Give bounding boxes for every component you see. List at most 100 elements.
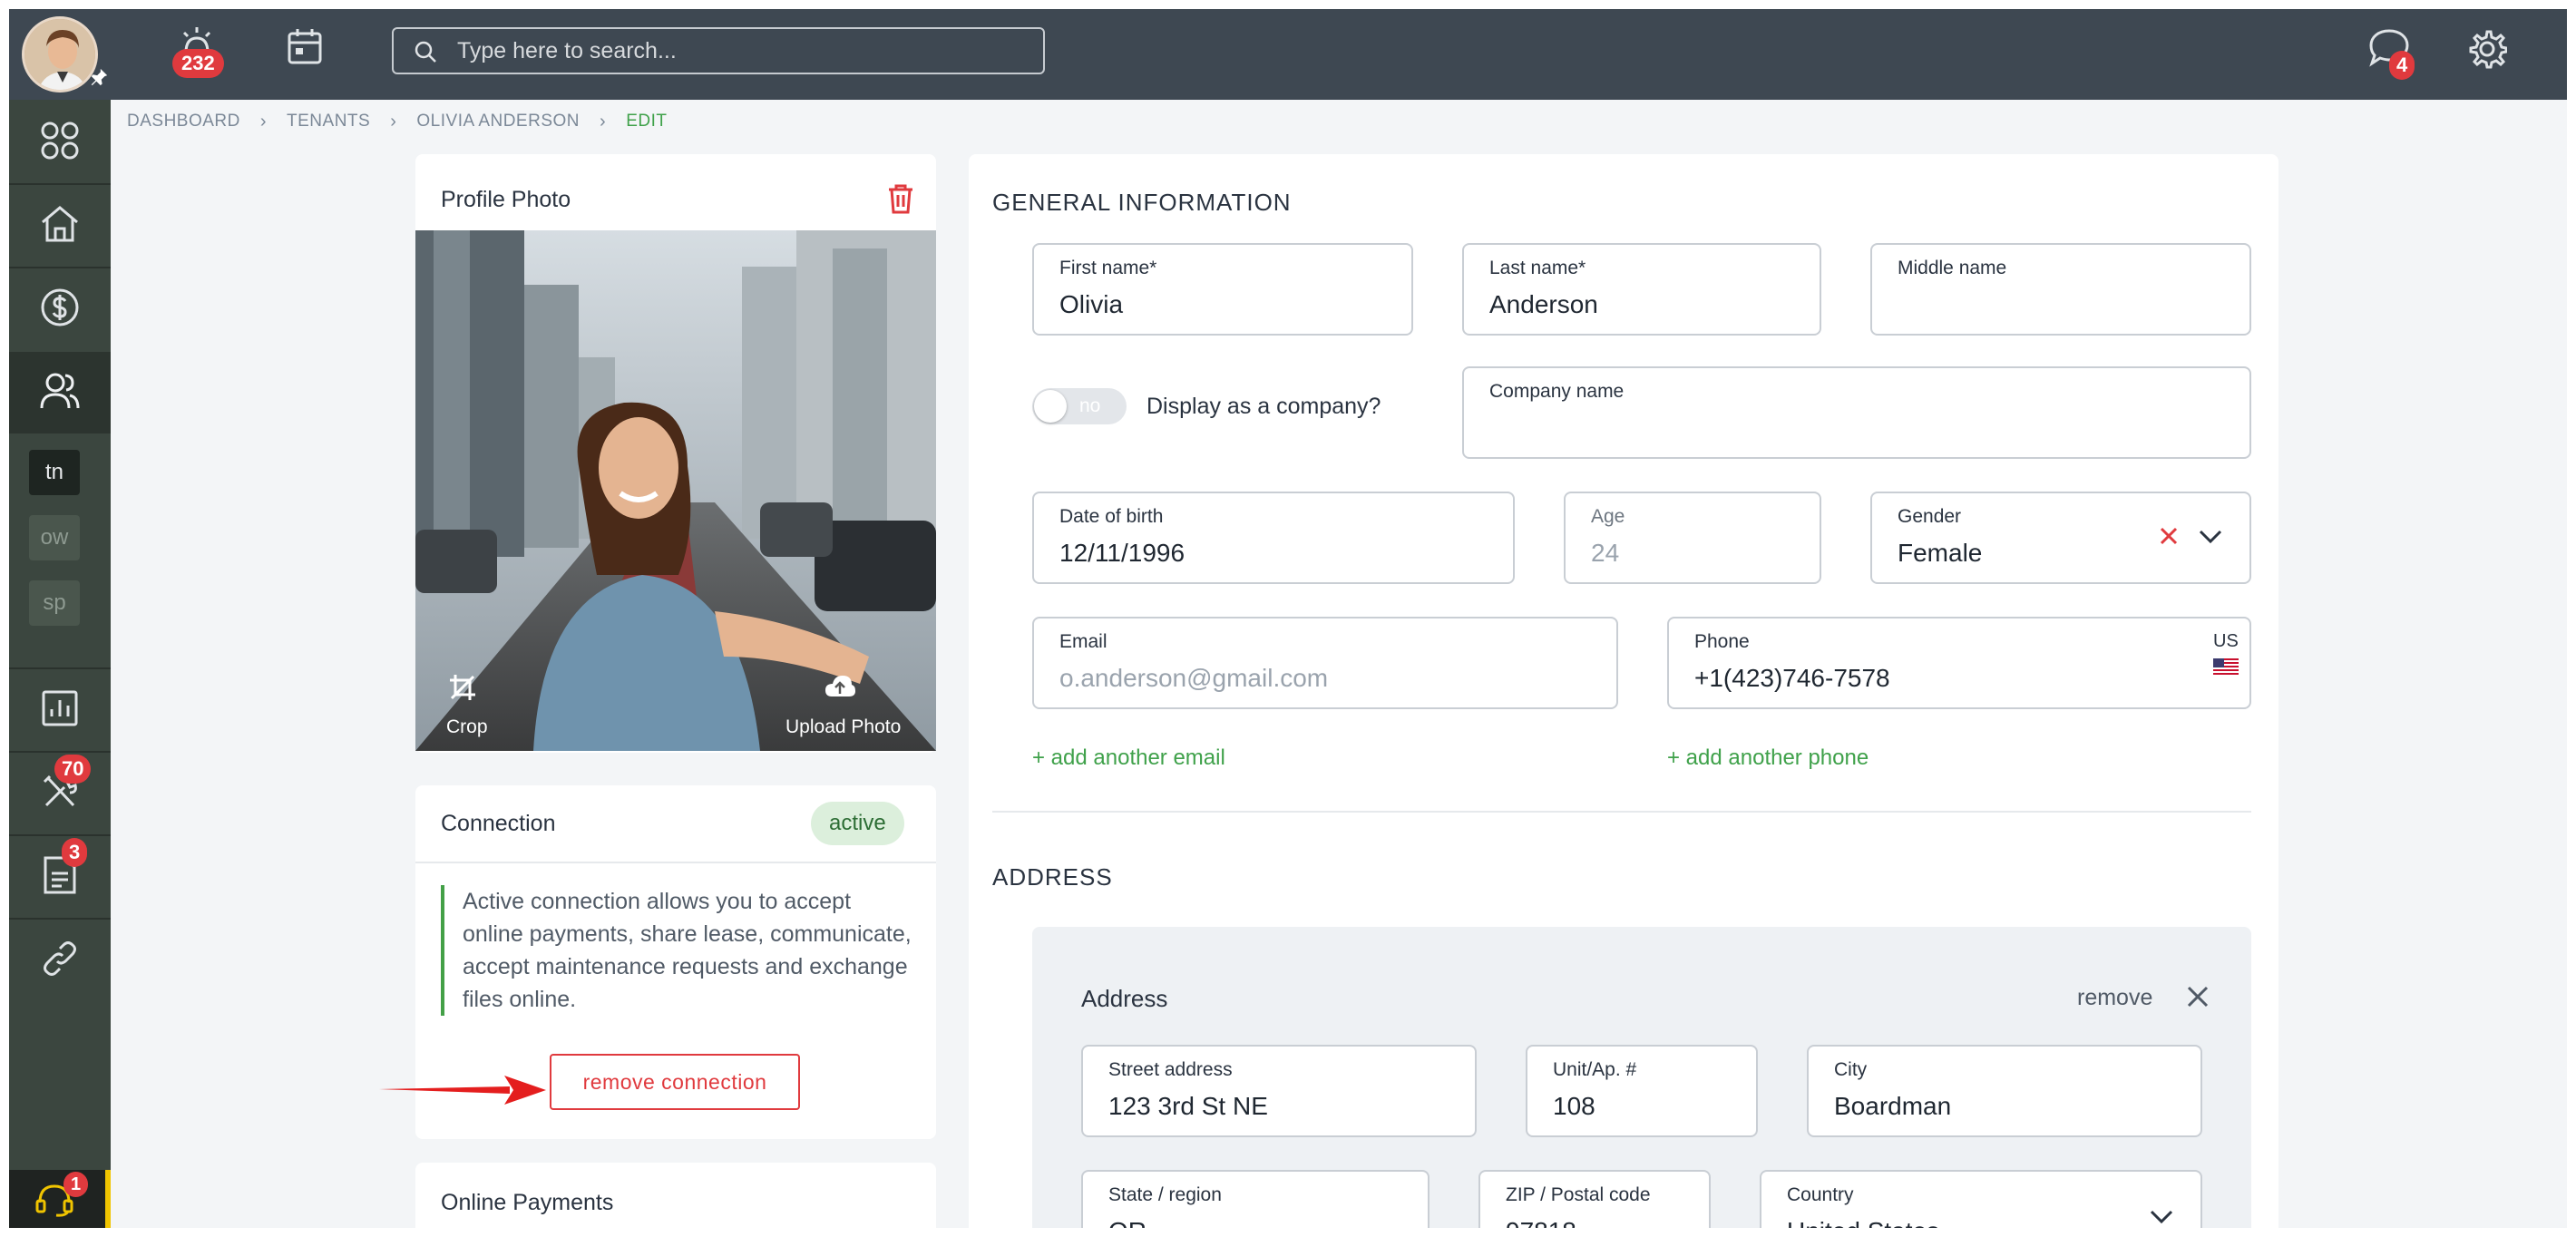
- calendar-icon[interactable]: [287, 27, 323, 70]
- unit-value[interactable]: 108: [1553, 1092, 1595, 1121]
- phone-label: Phone: [1694, 631, 1750, 652]
- street-address-field[interactable]: Street address 123 3rd St NE: [1081, 1045, 1477, 1137]
- clear-x-icon[interactable]: [2159, 526, 2179, 550]
- top-bar: 232 4: [9, 9, 2567, 100]
- city-label: City: [1834, 1059, 1868, 1080]
- breadcrumb-tenant[interactable]: OLIVIA ANDERSON: [416, 112, 580, 131]
- section-divider: [992, 811, 2251, 813]
- remove-connection-button[interactable]: remove connection: [550, 1054, 800, 1110]
- support-badge: 1: [63, 1172, 89, 1197]
- last-name-field[interactable]: Last name* Anderson: [1462, 243, 1821, 336]
- age-field: Age 24: [1564, 492, 1821, 584]
- company-name-label: Company name: [1489, 381, 1625, 402]
- side-nav: tn ow sp 70 3 1: [9, 100, 111, 1228]
- chat-badge: 4: [2389, 51, 2415, 80]
- search-icon: [414, 40, 437, 68]
- connection-status-badge: active: [811, 802, 904, 845]
- users-icon: [39, 371, 81, 415]
- chevron-down-icon[interactable]: [2199, 530, 2222, 549]
- date-of-birth-value[interactable]: 12/11/1996: [1059, 539, 1185, 568]
- profile-photo-image: Crop Upload Photo: [415, 230, 936, 751]
- last-name-value[interactable]: Anderson: [1489, 290, 1598, 319]
- search-input[interactable]: [457, 34, 1020, 67]
- company-name-field[interactable]: Company name: [1462, 366, 2251, 459]
- email-field[interactable]: Email o.anderson@gmail.com: [1032, 617, 1618, 709]
- phone-country-code[interactable]: US: [2213, 631, 2239, 652]
- add-phone-link[interactable]: + add another phone: [1667, 745, 1869, 771]
- us-flag-icon[interactable]: [2213, 658, 2239, 681]
- breadcrumb-dashboard[interactable]: DASHBOARD: [127, 112, 240, 131]
- age-value: 24: [1591, 539, 1620, 567]
- upload-photo-label[interactable]: Upload Photo: [785, 716, 901, 738]
- link-icon: [41, 940, 79, 982]
- breadcrumb: DASHBOARD › TENANTS › OLIVIA ANDERSON › …: [127, 109, 667, 134]
- date-of-birth-label: Date of birth: [1059, 506, 1164, 527]
- chevron-right-icon: ›: [390, 111, 397, 131]
- middle-name-field[interactable]: Middle name: [1870, 243, 2251, 336]
- country-value[interactable]: United States: [1787, 1217, 1939, 1228]
- nav-home[interactable]: [9, 185, 111, 267]
- nav-links[interactable]: [9, 920, 111, 1001]
- nav-maintenance[interactable]: 70: [9, 753, 111, 834]
- delete-trash-icon[interactable]: [887, 183, 914, 219]
- settings-gear-icon[interactable]: [2467, 29, 2508, 73]
- first-name-field[interactable]: First name* Olivia: [1032, 243, 1413, 336]
- profile-photo-title: Profile Photo: [441, 187, 571, 212]
- nav-tn[interactable]: tn: [29, 450, 80, 495]
- unit-field[interactable]: Unit/Ap. # 108: [1526, 1045, 1758, 1137]
- middle-name-label: Middle name: [1898, 258, 2007, 278]
- breadcrumb-tenants[interactable]: TENANTS: [287, 112, 370, 131]
- chevron-down-icon[interactable]: [2150, 1210, 2173, 1228]
- address-box-title: Address: [1081, 985, 1168, 1012]
- address-box: Address remove Street address 123 3rd St…: [1032, 927, 2251, 1228]
- nav-accounting[interactable]: [9, 268, 111, 350]
- dollar-circle-icon: [40, 287, 80, 332]
- country-select[interactable]: Country United States: [1760, 1170, 2202, 1228]
- support-button[interactable]: 1: [9, 1170, 111, 1228]
- date-of-birth-field[interactable]: Date of birth 12/11/1996: [1032, 492, 1515, 584]
- breadcrumb-current: EDIT: [626, 112, 668, 131]
- state-field[interactable]: State / region OR: [1081, 1170, 1429, 1228]
- connection-description: Active connection allows you to accept o…: [441, 885, 912, 1016]
- phone-value[interactable]: +1(423)746-7578: [1694, 664, 1890, 693]
- zip-field[interactable]: ZIP / Postal code 97818: [1478, 1170, 1711, 1228]
- age-label: Age: [1591, 506, 1625, 527]
- close-x-icon[interactable]: [2186, 985, 2210, 1013]
- nav-ow[interactable]: ow: [29, 515, 80, 560]
- state-value[interactable]: OR: [1108, 1217, 1147, 1228]
- alerts-badge: 232: [172, 49, 224, 78]
- crop-label[interactable]: Crop: [446, 716, 488, 738]
- gender-value[interactable]: Female: [1898, 539, 1982, 568]
- user-avatar[interactable]: [22, 16, 98, 93]
- nav-documents[interactable]: 3: [9, 836, 111, 918]
- first-name-value[interactable]: Olivia: [1059, 290, 1123, 319]
- street-address-value[interactable]: 123 3rd St NE: [1108, 1092, 1268, 1121]
- home-icon: [39, 204, 81, 248]
- last-name-label: Last name*: [1489, 258, 1586, 278]
- crop-icon[interactable]: [448, 673, 477, 706]
- zip-value[interactable]: 97818: [1506, 1217, 1576, 1228]
- email-value[interactable]: o.anderson@gmail.com: [1059, 664, 1328, 693]
- country-label: Country: [1787, 1184, 1854, 1205]
- city-value[interactable]: Boardman: [1834, 1092, 1951, 1121]
- search-box[interactable]: [392, 27, 1045, 74]
- add-email-link[interactable]: + add another email: [1032, 745, 1225, 771]
- annotation-arrow: [377, 1072, 548, 1113]
- toggle-state-label: no: [1079, 395, 1101, 416]
- nav-tenants[interactable]: [9, 352, 111, 433]
- gender-select[interactable]: Gender Female: [1870, 492, 2251, 584]
- company-toggle[interactable]: no: [1032, 388, 1127, 424]
- email-label: Email: [1059, 631, 1107, 652]
- phone-field[interactable]: Phone +1(423)746-7578 US: [1667, 617, 2251, 709]
- cloud-upload-icon[interactable]: [824, 673, 856, 705]
- chevron-right-icon: ›: [259, 111, 268, 131]
- general-info-title: GENERAL INFORMATION: [992, 189, 1292, 216]
- city-field[interactable]: City Boardman: [1807, 1045, 2202, 1137]
- nav-sp[interactable]: sp: [29, 580, 80, 626]
- nav-apps[interactable]: [9, 102, 111, 183]
- connection-title: Connection: [441, 811, 556, 836]
- remove-address-link[interactable]: remove: [2077, 985, 2152, 1011]
- nav-reports[interactable]: [9, 669, 111, 751]
- report-chart-icon: [41, 689, 79, 732]
- state-label: State / region: [1108, 1184, 1222, 1205]
